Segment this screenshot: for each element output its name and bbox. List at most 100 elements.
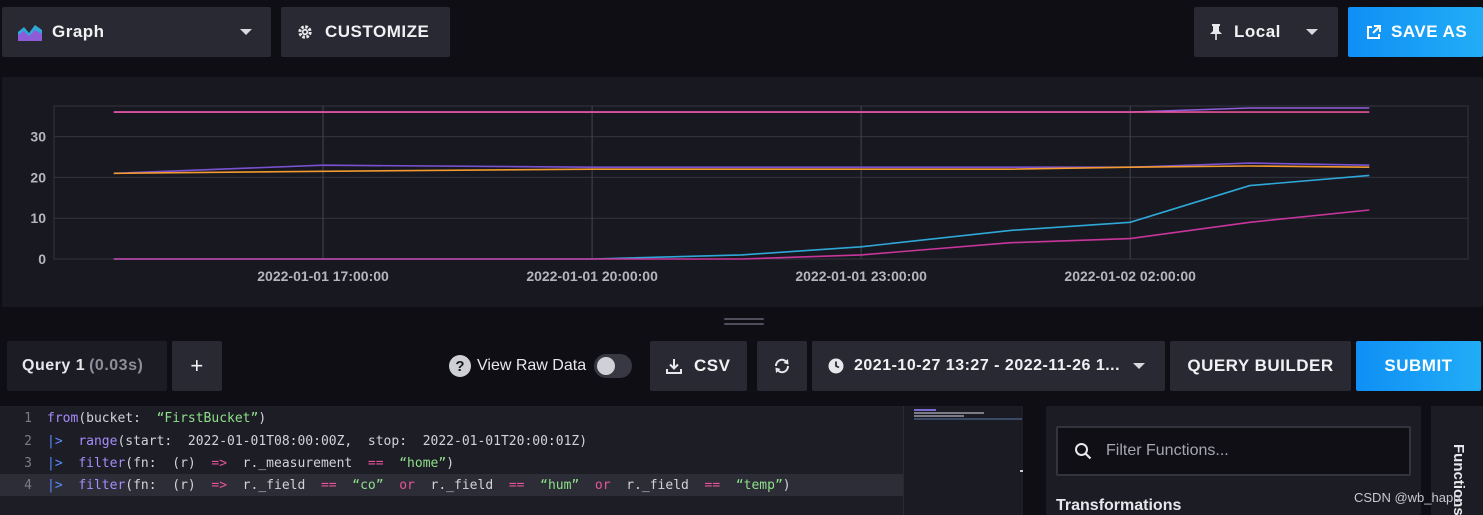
code-token-str: “hum”: [540, 477, 580, 493]
line-number: 1: [24, 410, 32, 426]
chevron-down-icon: [1306, 29, 1318, 35]
script-editor[interactable]: 1 from(bucket: “FirstBucket”) 2 |> range…: [0, 406, 1023, 515]
code-token-op: ==: [704, 477, 721, 493]
code-token-pipe: |>: [47, 477, 63, 493]
submit-label: SUBMIT: [1384, 356, 1453, 375]
query-tab-label: Query 1: [22, 357, 86, 374]
help-icon[interactable]: ?: [449, 355, 471, 377]
x-tick-label: 2022-01-01 17:00:00: [257, 268, 389, 284]
submit-button[interactable]: SUBMIT: [1356, 341, 1481, 391]
plot-frame: [53, 105, 1469, 260]
visualization-type-label: Graph: [52, 22, 105, 41]
code-token-txt: r._field: [414, 477, 509, 493]
code-token-op: or: [594, 477, 611, 493]
code-text: |> filter(fn: (r) => r._measurement == “…: [40, 456, 454, 471]
chevron-down-icon: [240, 29, 252, 35]
graph-panel: 0 10 20 30 2022-01-01 17:00:00 2022-01-01 20:…: [2, 77, 1483, 307]
code-token-pipe: |>: [47, 433, 63, 449]
code-token-str: “temp”: [735, 477, 783, 493]
x-tick-label: 2022-01-01 20:00:00: [526, 268, 658, 284]
app-root: Graph CUSTOMIZE Local SAVE AS 0 10 20 30 202…: [0, 0, 1483, 515]
code-token-op: ==: [320, 477, 337, 493]
refresh-button[interactable]: [757, 341, 807, 391]
code-token-txt: ): [258, 410, 267, 426]
code-token-fn: filter: [78, 477, 126, 493]
code-token-txt: (start: 2022-01-01T08:00:00Z, stop: 2022…: [117, 433, 588, 449]
transformations-heading: Transformations: [1056, 497, 1182, 514]
code-token-fn: filter: [78, 455, 126, 471]
code-token-txt: ): [446, 455, 455, 471]
code-line-4[interactable]: 4 |> filter(fn: (r) => r._field == “co” …: [0, 474, 903, 496]
csv-label: CSV: [694, 356, 731, 375]
code-token-txt: (bucket:: [78, 410, 157, 426]
download-icon: [666, 359, 682, 374]
line-chart: 0 10 20 30 2022-01-01 17:00:00 2022-01-01 20:…: [30, 105, 1469, 284]
x-tick-label: 2022-01-01 23:00:00: [795, 268, 927, 284]
visualization-type-dropdown[interactable]: Graph: [2, 7, 271, 57]
pin-icon: [1210, 24, 1222, 40]
code-text: from(bucket: “FirstBucket”): [40, 411, 266, 426]
y-tick-label: 20: [30, 169, 46, 185]
query-builder-button[interactable]: QUERY BUILDER: [1170, 341, 1351, 391]
code-token-str: “co”: [352, 477, 384, 493]
customize-button[interactable]: CUSTOMIZE: [281, 7, 450, 57]
csv-download-button[interactable]: CSV: [650, 341, 747, 391]
time-range-dropdown[interactable]: 2021-10-27 13:27 - 2022-11-26 1...: [812, 341, 1165, 391]
view-raw-data-control: ? View Raw Data: [449, 354, 633, 378]
gear-icon: [298, 25, 312, 39]
customize-label: CUSTOMIZE: [325, 22, 430, 41]
code-token-str: “home”: [399, 455, 447, 471]
time-range-label: 2021-10-27 13:27 - 2022-11-26 1...: [854, 357, 1121, 374]
search-icon: [1075, 443, 1092, 460]
code-token-txt: r._field: [610, 477, 705, 493]
add-query-button[interactable]: +: [172, 341, 222, 391]
line-number: 3: [24, 455, 32, 471]
save-as-button[interactable]: SAVE AS: [1348, 7, 1483, 57]
refresh-icon: [774, 358, 790, 374]
time-zone-label: Local: [1234, 22, 1281, 41]
editor-minimap[interactable]: [903, 406, 1022, 515]
code-token-op: ==: [508, 477, 525, 493]
code-token-txt: r._field: [227, 477, 321, 493]
editor-scrollbar[interactable]: [1020, 470, 1023, 472]
y-tick-label: 30: [30, 129, 46, 145]
filter-functions-search[interactable]: [1056, 426, 1411, 476]
y-tick-label: 0: [38, 251, 46, 267]
code-text: |> filter(fn: (r) => r._field == “co” or…: [40, 478, 791, 493]
view-raw-data-toggle[interactable]: [594, 354, 633, 378]
view-raw-data-label: View Raw Data: [477, 357, 587, 374]
code-token-op: =>: [211, 455, 228, 471]
code-token-pipe: |>: [47, 455, 63, 471]
filter-functions-input[interactable]: [1106, 442, 1396, 460]
clock-icon: [828, 358, 844, 374]
query-tab-time: (0.03s): [89, 357, 144, 374]
code-token-txt: (fn: (r): [125, 455, 212, 471]
code-token-op: =>: [211, 477, 228, 493]
code-token-txt: (fn: (r): [125, 477, 212, 493]
line-number: 4: [24, 477, 32, 493]
toggle-knob: [597, 357, 616, 375]
code-token-str: “FirstBucket”: [156, 410, 259, 426]
y-tick-label: 10: [30, 210, 46, 226]
chevron-down-icon: [1133, 363, 1145, 369]
query-tab[interactable]: Query 1 (0.03s): [7, 341, 167, 391]
time-zone-dropdown[interactable]: Local: [1194, 7, 1338, 57]
series-line-5: [113, 174, 1370, 260]
resize-handle[interactable]: [724, 318, 764, 326]
code-token-fn: range: [78, 433, 118, 449]
code-token-fn: from: [47, 410, 79, 426]
code-token-txt: ): [782, 477, 791, 493]
code-line-3[interactable]: 3 |> filter(fn: (r) => r._measurement ==…: [0, 452, 903, 474]
code-line-2[interactable]: 2 |> range(start: 2022-01-01T08:00:00Z, …: [0, 430, 903, 452]
plus-icon: +: [190, 353, 204, 378]
code-line-1[interactable]: 1 from(bucket: “FirstBucket”): [0, 407, 903, 429]
code-text: |> range(start: 2022-01-01T08:00:00Z, st…: [40, 434, 587, 449]
